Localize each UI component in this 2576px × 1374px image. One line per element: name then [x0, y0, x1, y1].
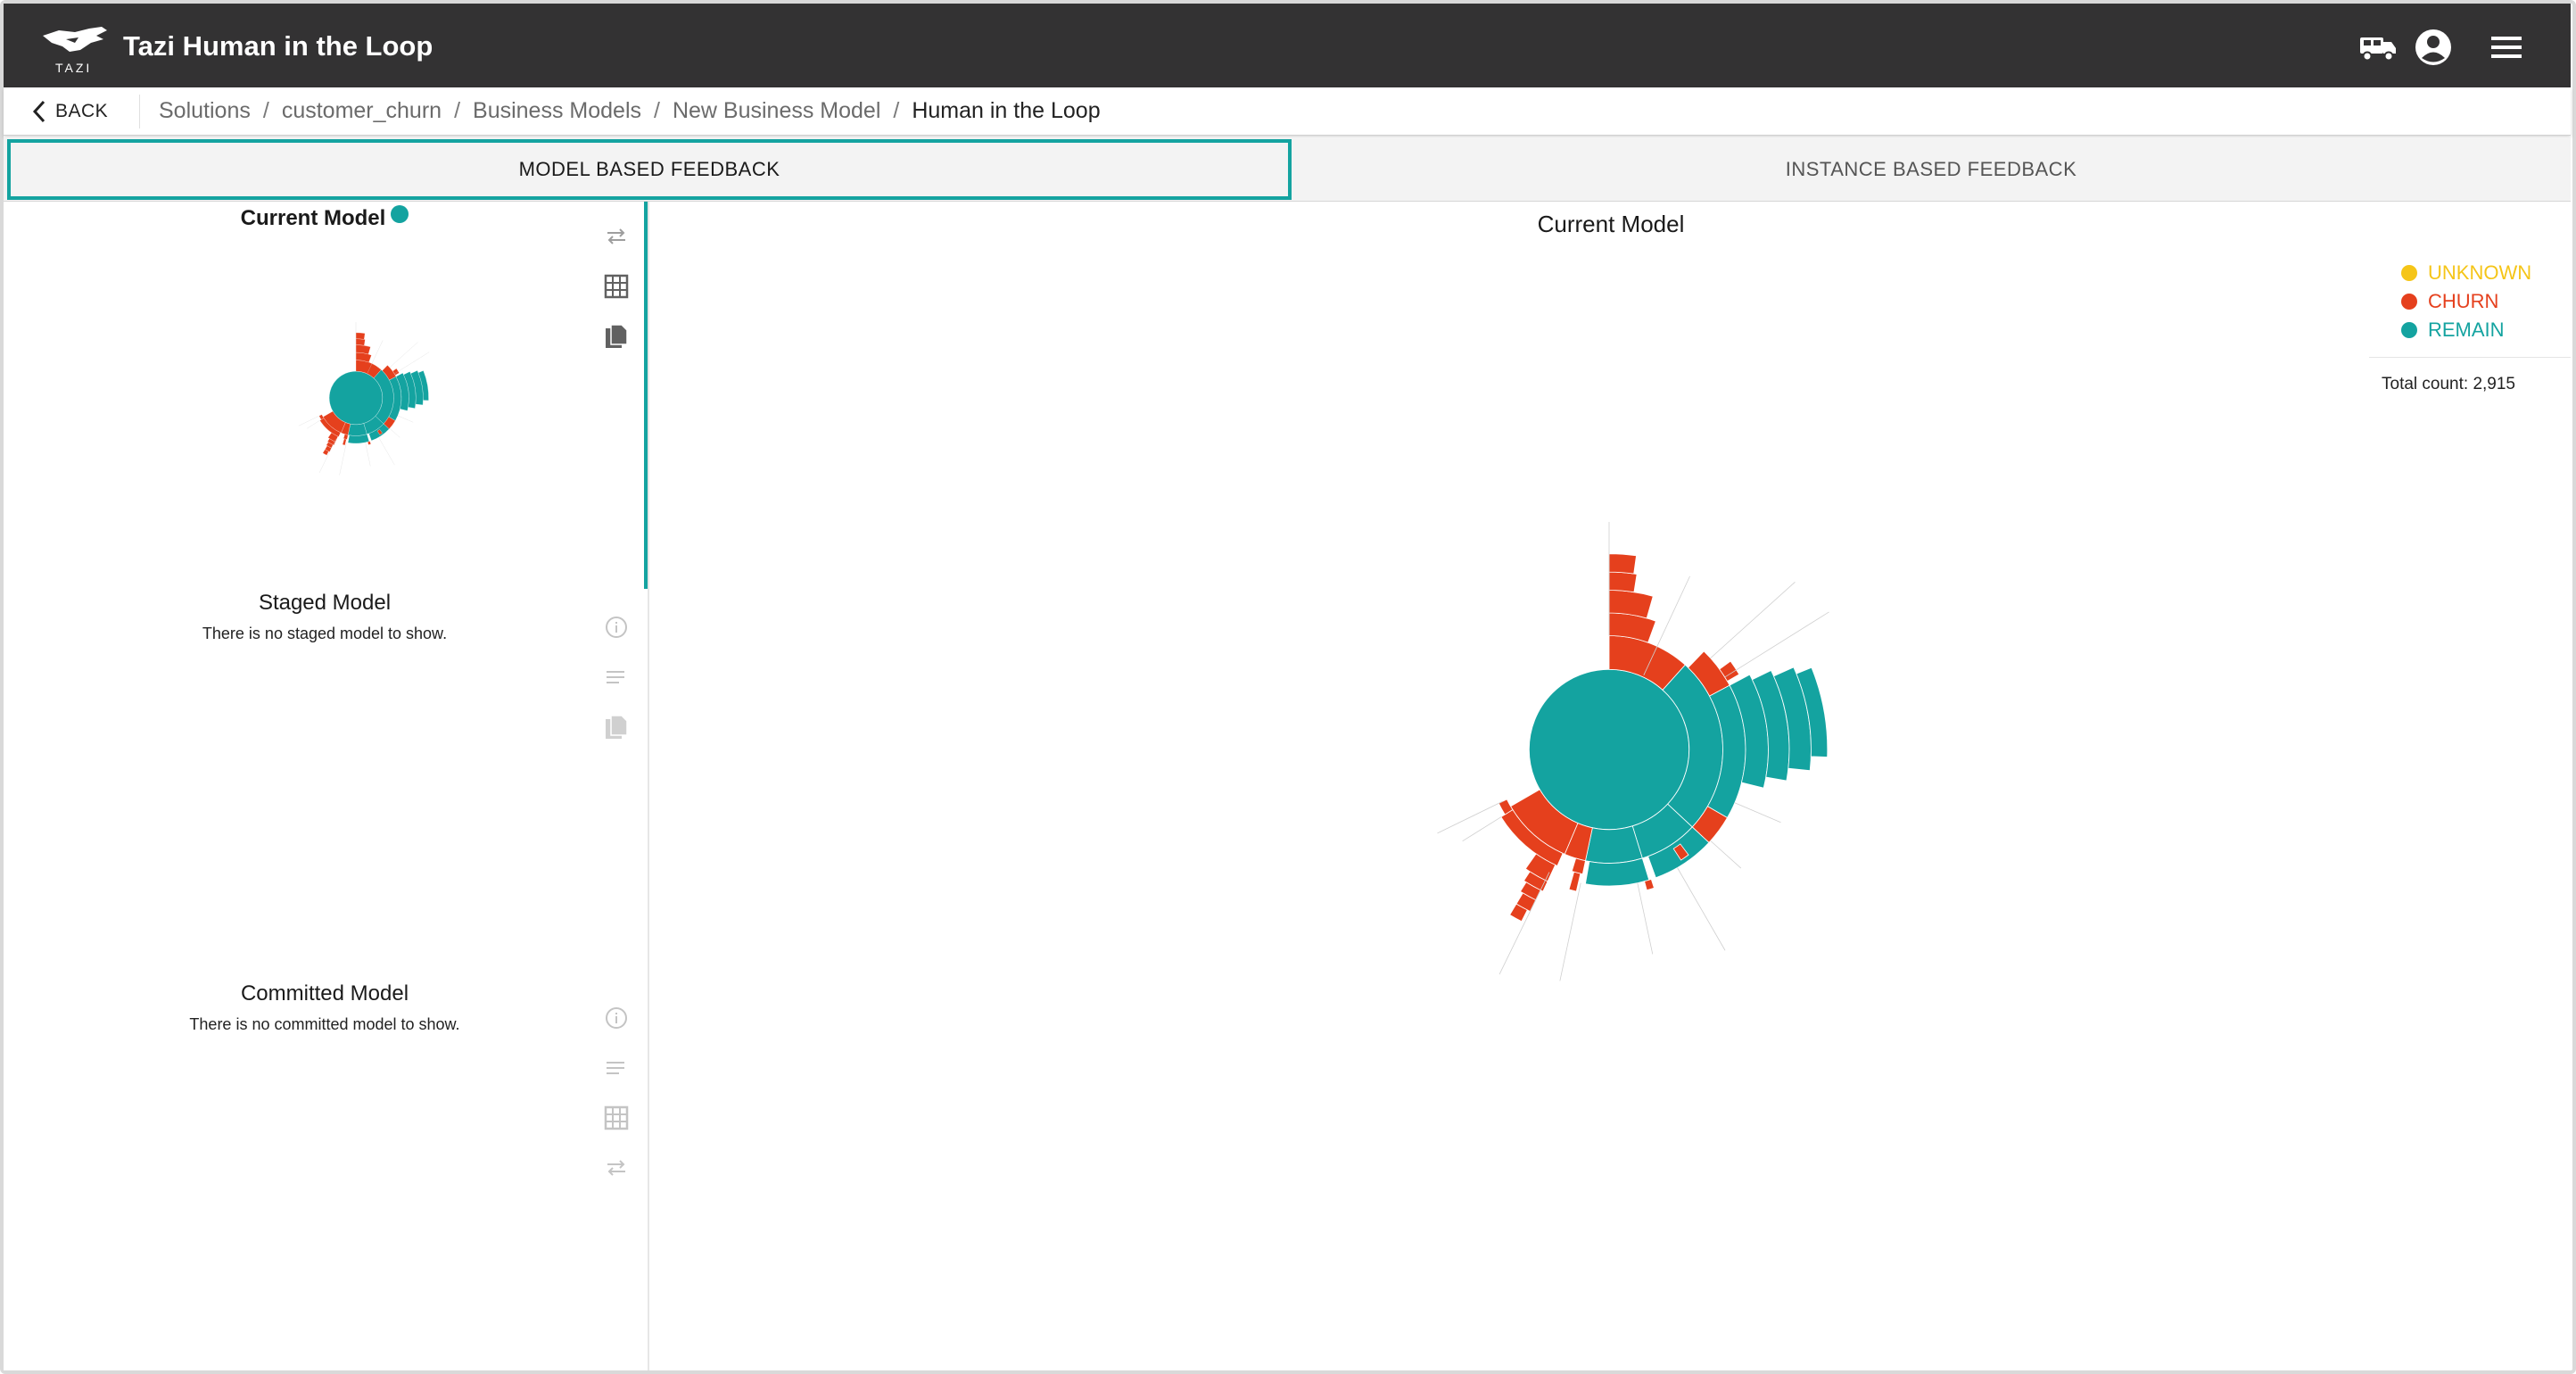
sunburst-churn-segment[interactable] [1568, 871, 1581, 892]
legend-label-unknown: UNKNOWN [2428, 261, 2532, 284]
sunburst-leader-line [1559, 882, 1581, 981]
breadcrumb-separator: / [654, 98, 660, 123]
staged-model-message: There is no staged model to show. [202, 625, 448, 642]
legend-label-remain: REMAIN [2428, 319, 2505, 341]
legend-label-churn: CHURN [2428, 290, 2499, 312]
sunburst-churn-segment[interactable] [355, 338, 366, 346]
divider [139, 95, 140, 128]
total-count: Total count: 2,915 [2382, 375, 2515, 393]
feedback-tabs: MODEL BASED FEEDBACK INSTANCE BASED FEED… [4, 137, 2571, 202]
breadcrumb-solutions[interactable]: Solutions [159, 98, 251, 124]
sunburst-leader-line [339, 442, 347, 476]
truck-icon[interactable] [2357, 27, 2399, 68]
sunburst-leader-line [307, 420, 320, 429]
sunburst-leader-line [1724, 611, 1829, 678]
breadcrumb-bar: BACK Solutions / customer_churn / Busine… [4, 87, 2571, 136]
main-chart-area: Current Model [651, 202, 2571, 1370]
sunburst-leader-line [389, 342, 418, 368]
breadcrumb-business-models[interactable]: Business Models [473, 98, 641, 124]
legend-divider [2369, 357, 2571, 358]
sunburst-leader-line [378, 437, 395, 466]
sunburst-leader-line [1710, 582, 1796, 658]
committed-model-title: Committed Model [240, 981, 409, 1006]
logo-text: TAZI [55, 61, 93, 75]
sunburst-churn-segment[interactable] [1608, 571, 1638, 593]
active-model-indicator [644, 202, 648, 589]
current-model-thumbnail[interactable] [235, 255, 476, 541]
sunburst-remain-segment[interactable] [348, 423, 367, 436]
table-icon[interactable] [601, 271, 632, 302]
sunburst-leader-line [397, 415, 414, 423]
staged-model-title: Staged Model [258, 591, 392, 615]
legend-item-unknown[interactable]: UNKNOWN [2401, 259, 2531, 287]
account-icon[interactable] [2412, 27, 2455, 68]
sunburst-churn-segment[interactable] [342, 438, 347, 446]
sunburst-leader-line [389, 428, 400, 438]
current-model-label: Current Model [240, 206, 386, 230]
menu-icon[interactable] [2485, 27, 2528, 68]
breadcrumb-customer-churn[interactable]: customer_churn [282, 98, 442, 124]
swap-icon[interactable] [601, 1153, 632, 1183]
app-bar: TAZI Tazi Human in the Loop [4, 4, 2571, 87]
sunburst-churn-segment[interactable] [355, 332, 366, 340]
sunburst-leader-line [298, 415, 321, 426]
sunburst-leader-line [1462, 816, 1502, 842]
sunburst-main-group [1437, 522, 1829, 981]
swap-icon[interactable] [601, 221, 632, 252]
models-panel: Current Model Staged Model There is no s… [4, 202, 649, 1370]
sunburst-remain-segment[interactable] [1585, 825, 1643, 864]
sunburst-leader-line [1677, 867, 1726, 951]
sunburst-churn-segment[interactable] [1608, 553, 1637, 575]
tab-model-based-feedback[interactable]: MODEL BASED FEEDBACK [7, 139, 1292, 200]
sunburst-leader-line [1437, 800, 1503, 834]
list-icon[interactable] [601, 1053, 632, 1083]
sunburst-leader-line [1710, 840, 1742, 869]
copy-icon[interactable] [601, 712, 632, 742]
sunburst-root-segment[interactable] [1528, 668, 1690, 831]
back-label: BACK [55, 101, 109, 121]
tab-instance-based-feedback[interactable]: INSTANCE BASED FEEDBACK [1292, 139, 2571, 200]
sunburst-churn-segment[interactable] [367, 441, 371, 445]
legend-dot-churn [2401, 294, 2417, 310]
breadcrumb-separator: / [262, 98, 269, 123]
breadcrumb-separator: / [454, 98, 461, 123]
committed-model-message: There is no committed model to show. [189, 1015, 460, 1033]
current-model-title: Current Model [57, 205, 592, 231]
table-icon[interactable] [601, 1103, 632, 1133]
legend-dot-remain [2401, 322, 2417, 338]
info-icon[interactable] [601, 612, 632, 642]
sunburst-leader-line [1734, 802, 1781, 824]
sunburst-root-segment[interactable] [328, 370, 384, 426]
legend-dot-unknown [2401, 265, 2417, 281]
info-icon[interactable] [601, 1003, 632, 1033]
app-title: Tazi Human in the Loop [123, 30, 433, 62]
sunburst-leader-line [1637, 882, 1654, 955]
chevron-left-icon [32, 100, 45, 123]
legend-item-remain[interactable]: REMAIN [2401, 316, 2531, 344]
back-button[interactable]: BACK [32, 95, 108, 128]
legend-item-churn[interactable]: CHURN [2401, 287, 2531, 316]
list-icon[interactable] [601, 662, 632, 692]
breadcrumb-human-in-the-loop: Human in the Loop [912, 98, 1101, 123]
sunburst-chart[interactable] [651, 202, 2571, 1370]
chart-legend: UNKNOWN CHURN REMAIN [2401, 259, 2531, 344]
sunburst-churn-segment[interactable] [1644, 878, 1655, 891]
breadcrumb-new-business-model[interactable]: New Business Model [673, 98, 880, 124]
breadcrumb: Solutions / customer_churn / Business Mo… [159, 98, 1101, 124]
sunburst-leader-line [394, 352, 430, 375]
breadcrumb-separator: / [893, 98, 900, 123]
sunburst-thumbnail-group [298, 321, 430, 476]
verified-check-icon [391, 205, 409, 223]
copy-icon[interactable] [601, 321, 632, 352]
sunburst-leader-line [365, 442, 371, 467]
